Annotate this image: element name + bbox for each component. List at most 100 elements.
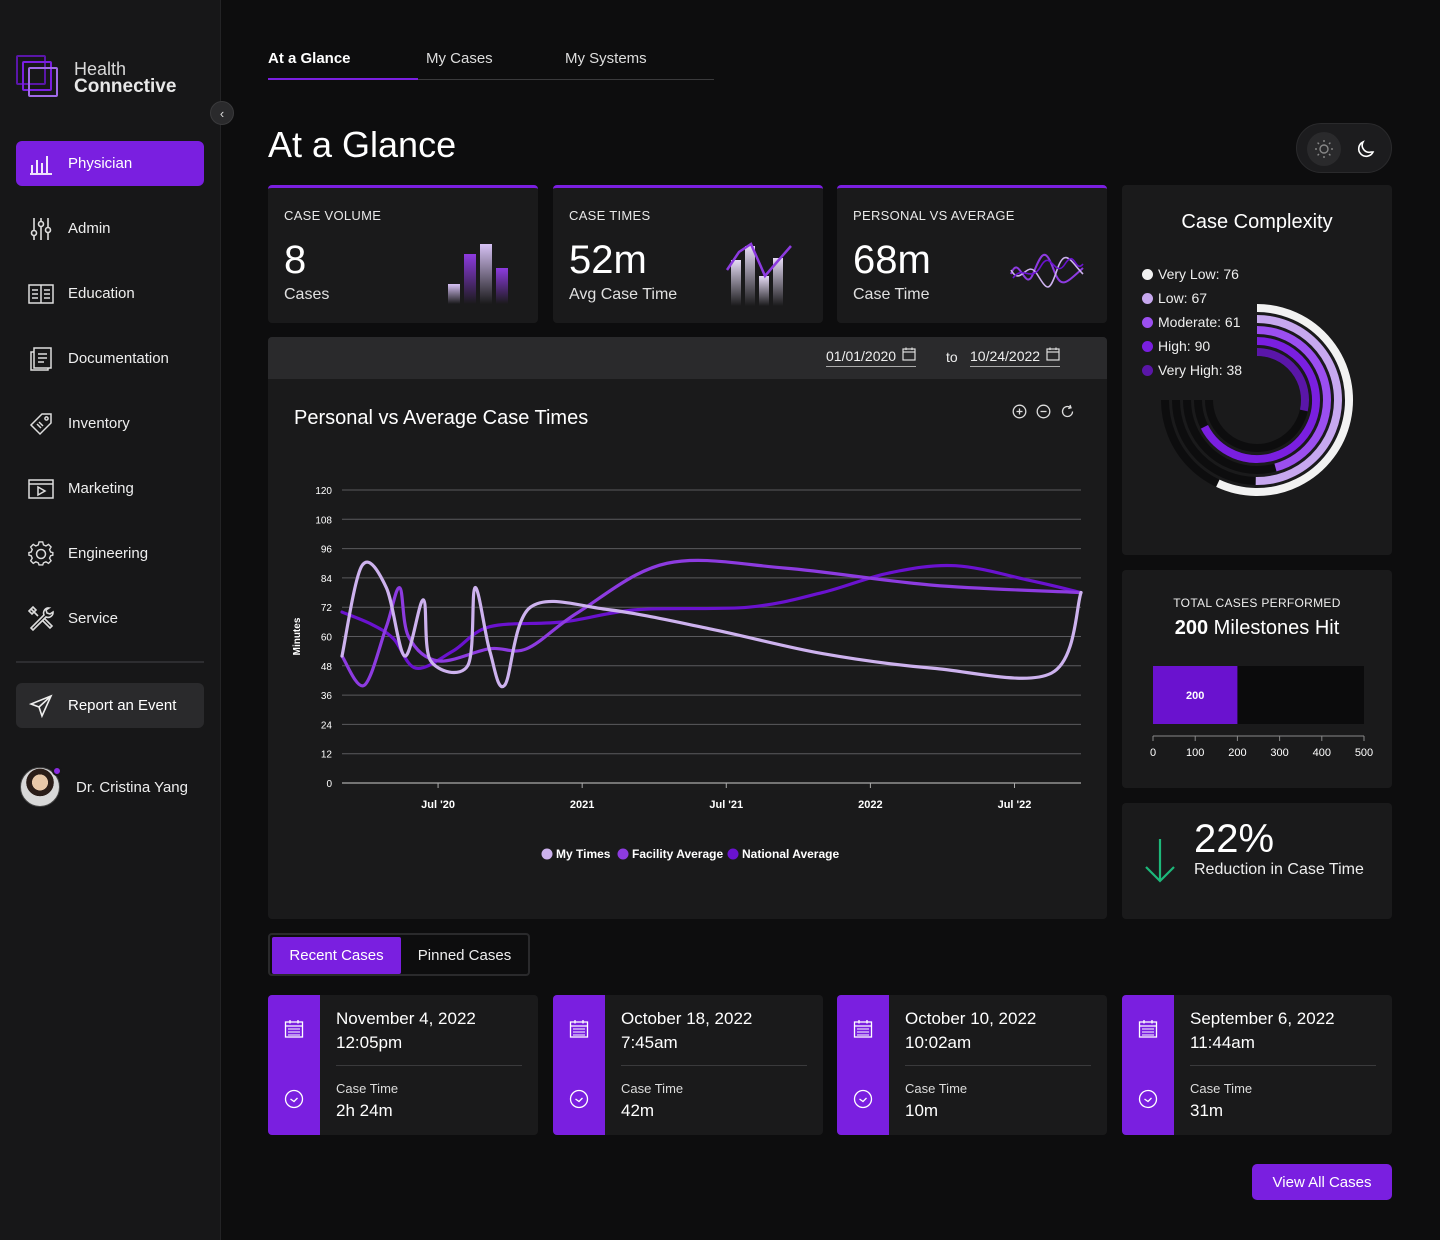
arrow-down-icon <box>1145 839 1175 883</box>
case-card[interactable]: November 4, 2022 12:05pm Case Time 2h 24… <box>268 995 538 1135</box>
y-tick-label: 36 <box>321 691 333 702</box>
user-profile[interactable]: Dr. Cristina Yang <box>20 766 188 807</box>
legend-swatch <box>1142 292 1153 304</box>
legend-item[interactable]: Low: 67 <box>1142 286 1242 310</box>
sidebar-item-label: Marketing <box>68 480 134 497</box>
chevron-left-icon: ‹ <box>219 105 225 121</box>
tab-my-systems[interactable]: My Systems <box>565 50 647 67</box>
report-event-label: Report an Event <box>68 697 177 714</box>
sun-icon[interactable] <box>1307 132 1341 166</box>
legend-item[interactable]: Very High: 38 <box>1142 358 1242 382</box>
case-time-of-day: 7:45am <box>621 1033 678 1052</box>
legend-label: Very High: 38 <box>1158 362 1243 378</box>
gear-icon <box>26 539 56 569</box>
case-time-label: Case Time <box>621 1081 684 1096</box>
sidebar-item-marketing[interactable]: Marketing <box>16 466 204 511</box>
case-complexity-card: Case Complexity Very Low: 76 Low: 67 Moder… <box>1122 185 1392 555</box>
sidebar-item-inventory[interactable]: Inventory <box>16 401 204 446</box>
legend-swatch[interactable] <box>727 848 739 860</box>
legend-swatch[interactable] <box>617 848 629 860</box>
calendar-icon <box>853 1019 873 1044</box>
x-tick-label: 2022 <box>858 799 882 811</box>
y-tick-label: 96 <box>321 545 333 556</box>
series-line-facility-average[interactable] <box>340 558 1083 688</box>
x-tick-label: 2021 <box>570 799 594 811</box>
x-tick-label: Jul '21 <box>709 799 743 811</box>
case-card[interactable]: October 10, 2022 10:02am Case Time 10m <box>837 995 1107 1135</box>
legend-swatch[interactable] <box>541 848 553 860</box>
legend-label[interactable]: My Times <box>556 847 611 861</box>
legend-label[interactable]: National Average <box>742 847 839 861</box>
case-duration: 31m <box>1190 1101 1224 1120</box>
case-card[interactable]: October 18, 2022 7:45am Case Time 42m <box>553 995 823 1135</box>
logo[interactable]: Health Connective <box>16 55 176 101</box>
line-chart: 0 12 24 36 48 60 72 84 96 108 120 Jul '20 2021 Jul '2… <box>292 486 1083 861</box>
tab-recent-cases[interactable]: Recent Cases <box>272 937 401 974</box>
y-tick-label: 72 <box>321 603 333 614</box>
calendar-icon <box>284 1019 304 1044</box>
series-line-my-times[interactable] <box>340 560 1083 689</box>
legend-swatch <box>1142 268 1153 280</box>
view-all-cases-button[interactable]: View All Cases <box>1252 1164 1392 1200</box>
page-title: At a Glance <box>268 124 457 165</box>
kpi-case-volume[interactable]: CASE VOLUME 8 Cases <box>268 185 538 323</box>
kpi-sub: Cases <box>284 286 330 303</box>
user-name: Dr. Cristina Yang <box>76 778 188 796</box>
tab-my-cases[interactable]: My Cases <box>426 50 493 67</box>
calendar-icon <box>569 1019 589 1044</box>
active-tab-indicator <box>268 78 418 80</box>
send-icon <box>26 691 56 721</box>
y-tick-label: 12 <box>321 750 333 761</box>
kpi-sub: Case Time <box>853 286 930 303</box>
kpi-case-times[interactable]: CASE TIMES 52m Avg Case Time <box>553 185 823 323</box>
series-line-national-average[interactable] <box>340 563 1083 670</box>
tab-pinned-cases[interactable]: Pinned Cases <box>401 937 528 974</box>
case-divider <box>905 1065 1091 1066</box>
sidebar-item-label: Documentation <box>68 350 169 367</box>
x-tick-label: 400 <box>1313 747 1331 759</box>
kpi-personal-vs-average[interactable]: PERSONAL VS AVERAGE 68m Case Time <box>837 185 1107 323</box>
status-dot <box>52 766 62 776</box>
case-card-strip <box>268 995 320 1135</box>
x-tick-label: 500 <box>1355 747 1373 759</box>
case-card-strip <box>837 995 889 1135</box>
legend-label[interactable]: Facility Average <box>632 847 723 861</box>
sidebar-item-documentation[interactable]: Documentation <box>16 336 204 381</box>
sidebar-item-education[interactable]: Education <box>16 271 204 316</box>
tag-icon <box>26 409 56 439</box>
sidebar-item-label: Education <box>68 285 135 302</box>
x-tick-label: Jul '22 <box>998 799 1032 811</box>
sidebar-item-admin[interactable]: Admin <box>16 206 204 251</box>
legend-label: Moderate: 61 <box>1158 314 1241 330</box>
case-time-label: Case Time <box>1190 1081 1253 1096</box>
legend-swatch <box>1142 364 1153 376</box>
legend-item[interactable]: Very Low: 76 <box>1142 262 1242 286</box>
sidebar-item-service[interactable]: Service <box>16 596 204 641</box>
legend-item[interactable]: High: 90 <box>1142 334 1242 358</box>
case-date: November 4, 2022 <box>336 1009 476 1028</box>
reduction-description: Reduction in Case Time <box>1194 861 1364 878</box>
case-date: October 10, 2022 <box>905 1009 1037 1028</box>
report-event-button[interactable]: Report an Event <box>16 683 204 728</box>
calendar-icon <box>1138 1019 1158 1044</box>
logo-mark-icon <box>16 55 62 101</box>
case-duration: 2h 24m <box>336 1101 393 1120</box>
mini-bar-line-chart-icon <box>725 242 792 306</box>
sidebar-item-engineering[interactable]: Engineering <box>16 531 204 576</box>
tab-at-a-glance[interactable]: At a Glance <box>268 50 351 67</box>
kpi-value: 52m <box>569 238 647 282</box>
case-duration: 10m <box>905 1101 939 1120</box>
theme-toggle[interactable] <box>1296 123 1392 173</box>
sidebar-item-label: Admin <box>68 220 111 237</box>
sidebar-item-physician[interactable]: Physician <box>16 141 204 186</box>
mini-line-chart-icon <box>1010 253 1084 288</box>
case-card[interactable]: September 6, 2022 11:44am Case Time 31m <box>1122 995 1392 1135</box>
case-card-strip <box>553 995 605 1135</box>
legend-item[interactable]: Moderate: 61 <box>1142 310 1242 334</box>
y-axis-label: Minutes <box>292 617 303 655</box>
collapse-sidebar-button[interactable]: ‹ <box>210 101 234 125</box>
x-tick-label: Jul '20 <box>421 799 455 811</box>
case-duration: 42m <box>621 1101 655 1120</box>
moon-icon[interactable] <box>1349 132 1383 166</box>
kpi-sub: Avg Case Time <box>569 286 678 303</box>
